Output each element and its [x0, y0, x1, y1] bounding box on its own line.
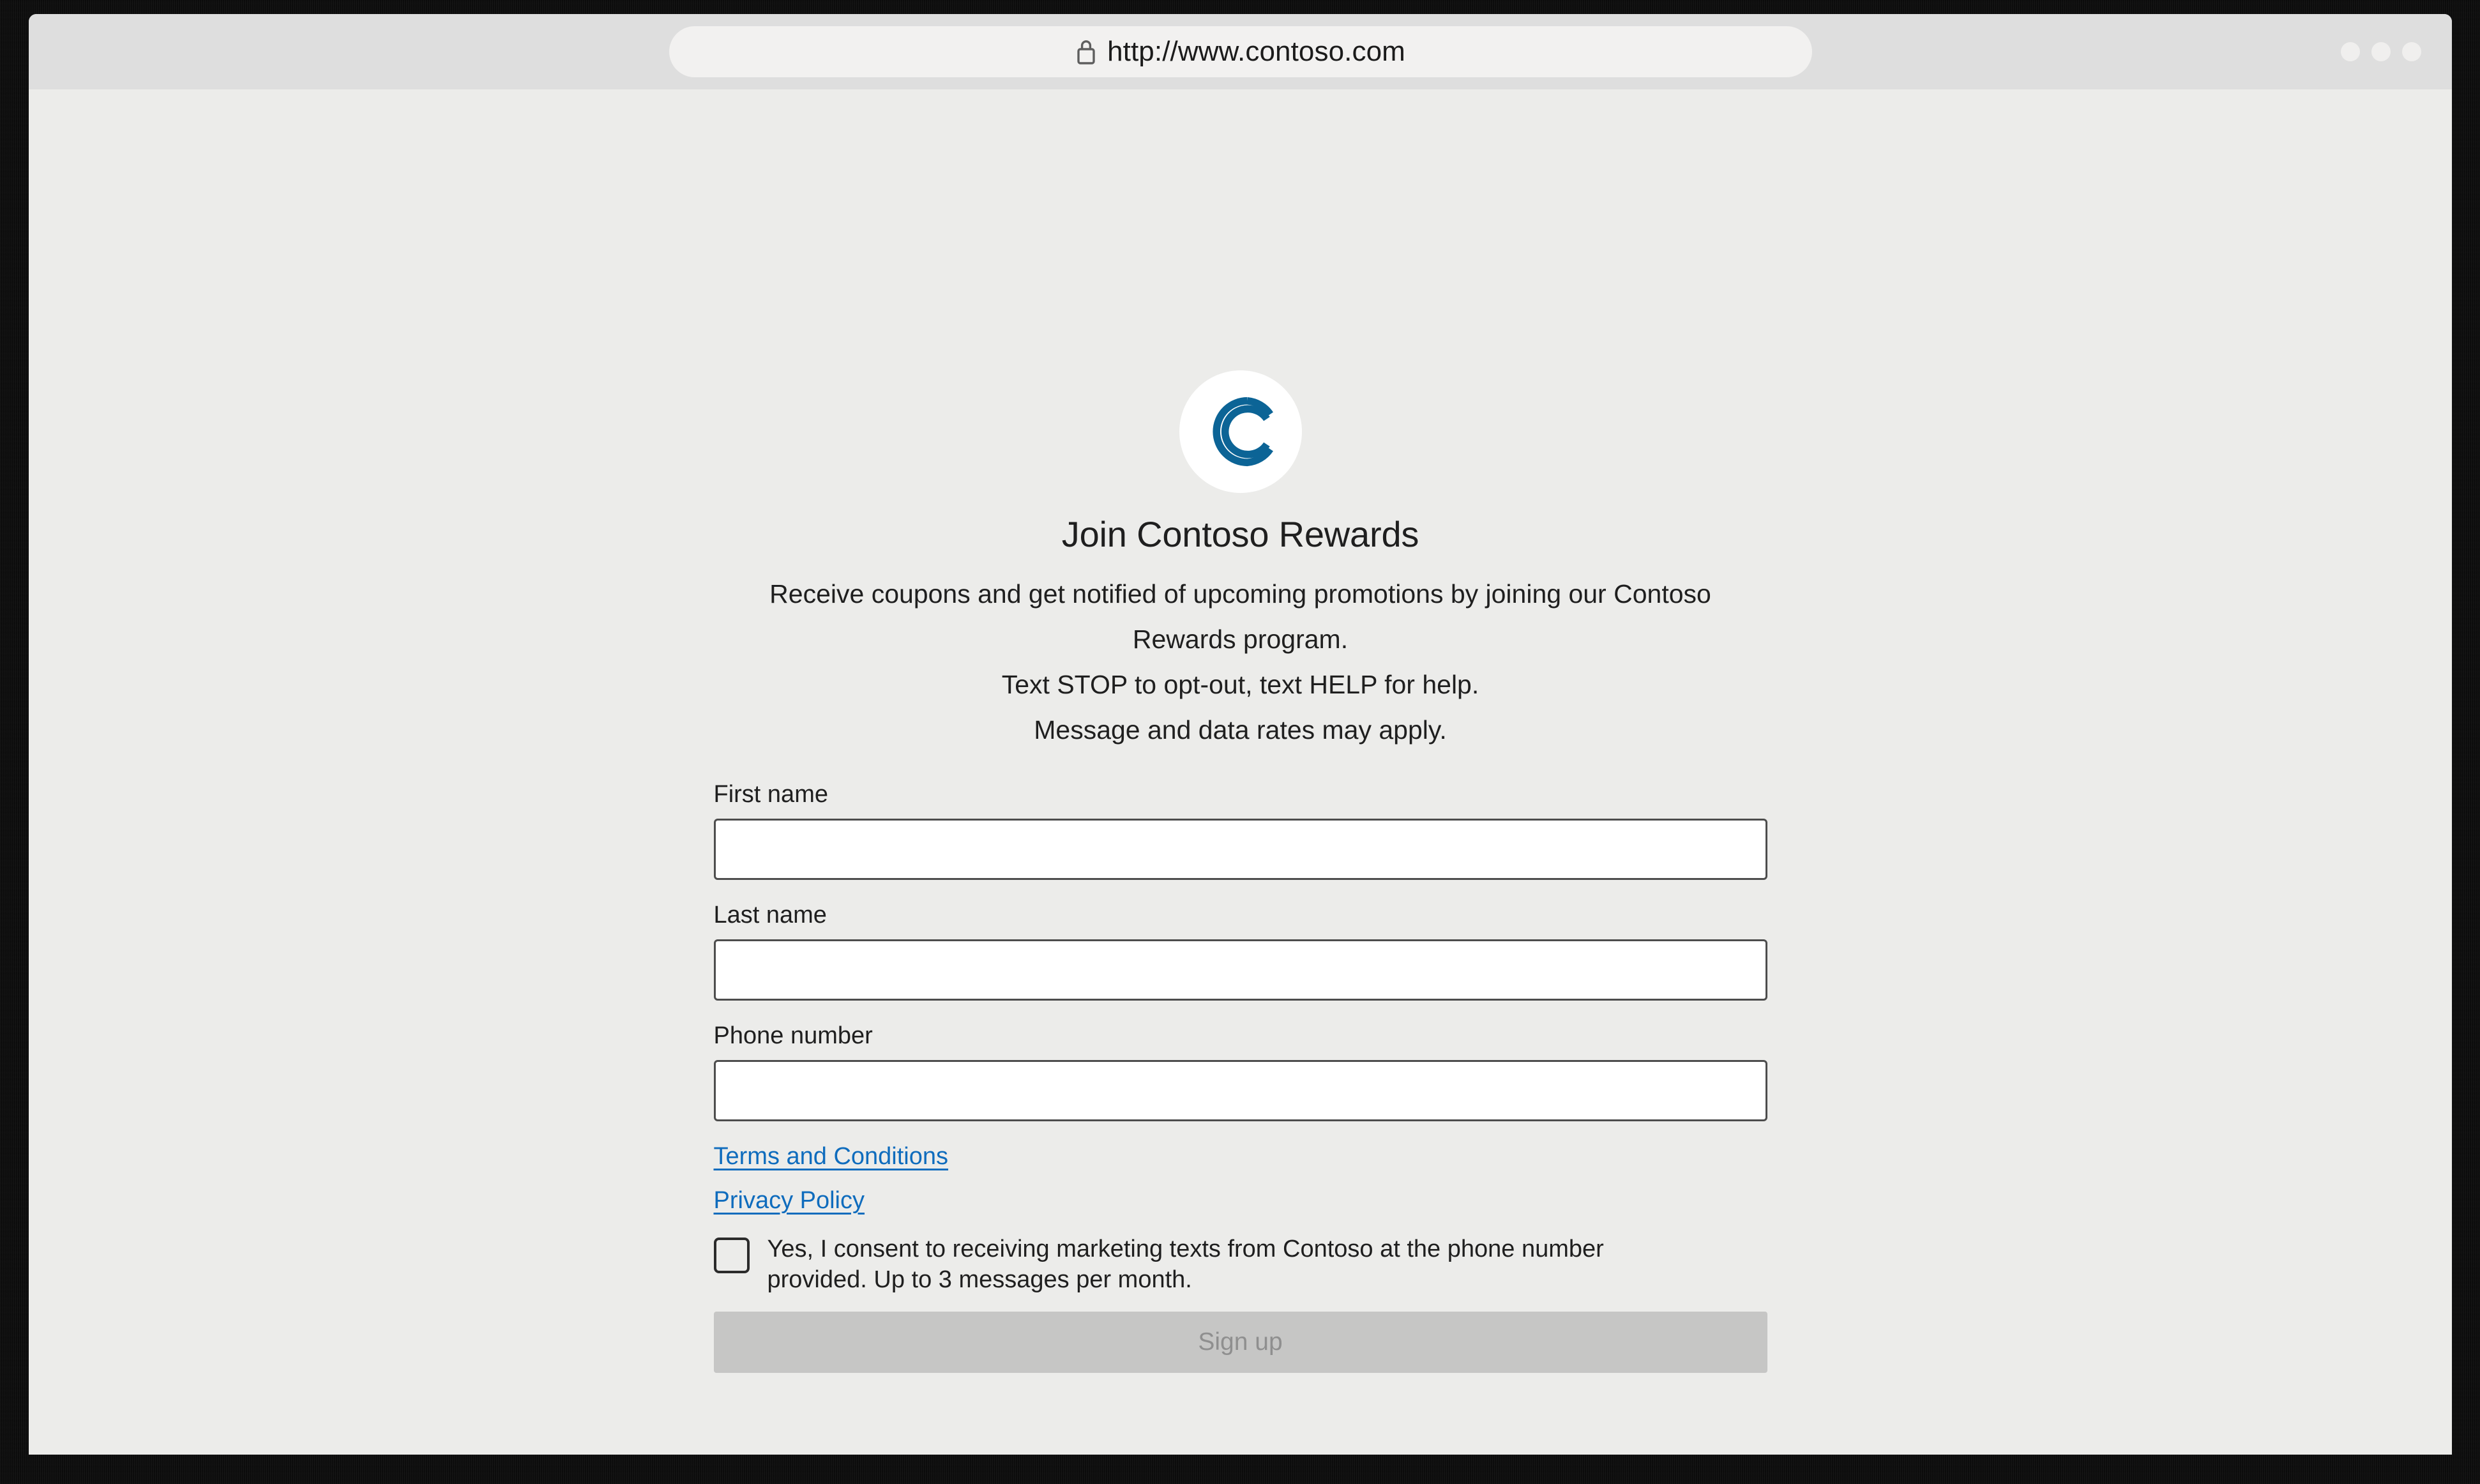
last-name-label: Last name	[713, 902, 827, 928]
contoso-logo-icon	[1179, 370, 1302, 493]
page-title: Join Contoso Rewards	[1061, 514, 1419, 554]
terms-and-conditions-link[interactable]: Terms and Conditions	[714, 1143, 949, 1170]
intro-line-1: Receive coupons and get notified of upco…	[769, 579, 1711, 609]
page-content: Join Contoso Rewards Receive coupons and…	[29, 89, 2452, 1455]
minimize-dot-icon[interactable]	[2341, 42, 2360, 61]
consent-checkbox[interactable]	[713, 1238, 750, 1273]
signup-form: Join Contoso Rewards Receive coupons and…	[713, 370, 1767, 1373]
close-dot-icon[interactable]	[2402, 42, 2421, 61]
maximize-dot-icon[interactable]	[2371, 42, 2391, 61]
intro-line-2: Rewards program.	[1132, 625, 1349, 654]
field-phone-number: Phone number	[713, 1022, 1767, 1121]
lock-icon	[1075, 38, 1097, 65]
browser-title-bar: http://www.contoso.com	[29, 14, 2452, 89]
consent-label: Yes, I consent to receiving marketing te…	[767, 1236, 1604, 1293]
logo-row	[714, 370, 1767, 493]
intro-paragraph: Receive coupons and get notified of upco…	[714, 572, 1767, 753]
address-bar-url: http://www.contoso.com	[1107, 36, 1405, 67]
last-name-input[interactable]	[713, 939, 1767, 1001]
first-name-input[interactable]	[713, 819, 1767, 880]
screen-bezel: http://www.contoso.com Join Contoso Rewa…	[0, 0, 2480, 1484]
phone-number-input[interactable]	[713, 1060, 1767, 1121]
privacy-policy-link[interactable]: Privacy Policy	[714, 1187, 865, 1215]
window-controls	[2341, 42, 2421, 61]
field-last-name: Last name	[713, 902, 1767, 1001]
consent-row: Yes, I consent to receiving marketing te…	[713, 1234, 1767, 1295]
phone-number-label: Phone number	[713, 1022, 873, 1049]
sign-up-button[interactable]: Sign up	[713, 1312, 1767, 1373]
intro-line-4: Message and data rates may apply.	[1034, 715, 1447, 745]
browser-window: http://www.contoso.com Join Contoso Rewa…	[29, 14, 2452, 1455]
address-bar[interactable]: http://www.contoso.com	[669, 26, 1812, 77]
first-name-label: First name	[713, 781, 828, 808]
intro-line-3: Text STOP to opt-out, text HELP for help…	[1001, 670, 1479, 699]
field-first-name: First name	[713, 781, 1767, 880]
